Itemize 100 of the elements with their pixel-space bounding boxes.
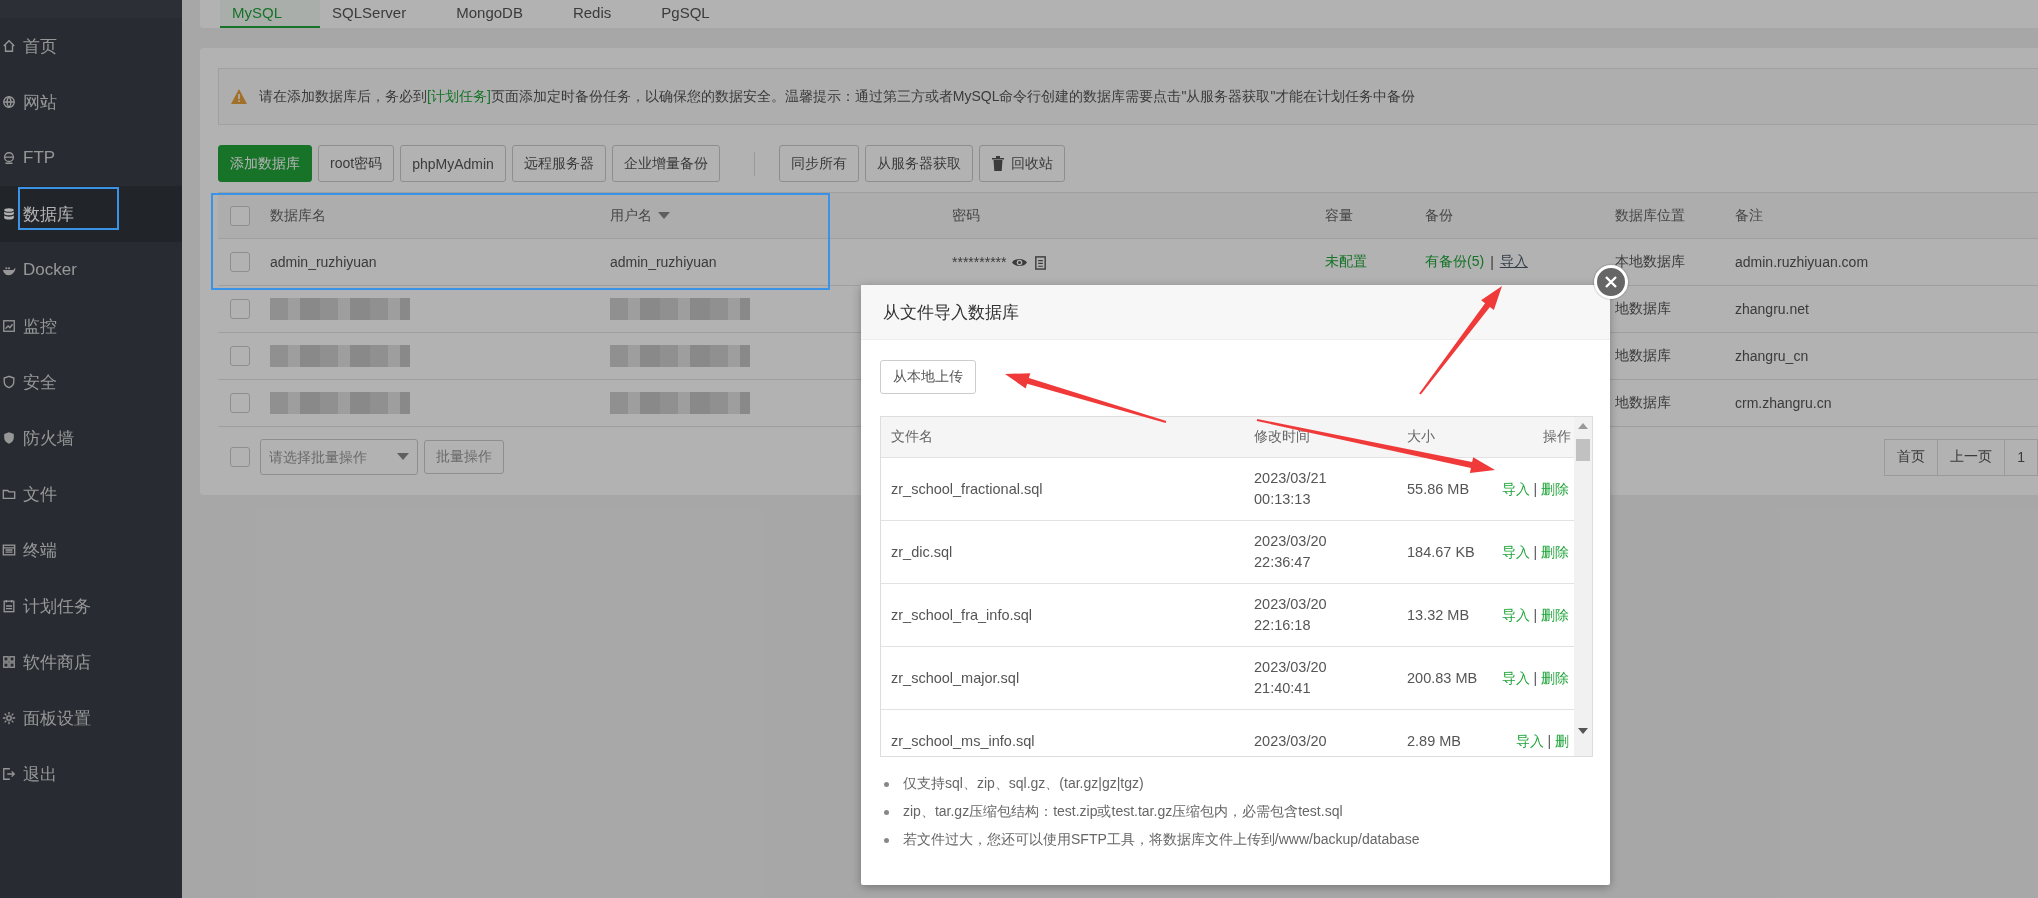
recycle-bin-button[interactable]: 回收站: [978, 145, 1065, 182]
import-link[interactable]: 导入: [1501, 480, 1530, 497]
page-button[interactable]: 1: [2004, 438, 2038, 476]
clipboard-icon: [1033, 254, 1049, 270]
import-link[interactable]: 导入: [1501, 543, 1530, 560]
table-cell: admin.ruzhiyuan.com: [1735, 254, 1869, 270]
row-checkbox[interactable]: [230, 252, 250, 272]
sidebar-item[interactable]: Docker: [0, 242, 182, 298]
column-header: 操作: [1542, 428, 1572, 446]
batch-checkbox[interactable]: [230, 447, 250, 467]
backup-count-link[interactable]: 有备份(5): [1425, 253, 1485, 271]
import-link[interactable]: 导入: [1515, 732, 1544, 749]
row-checkbox[interactable]: [230, 393, 250, 413]
terminal-icon: [2, 543, 16, 557]
batch-button[interactable]: 批量操作: [424, 440, 504, 474]
database-tab[interactable]: MySQL: [220, 0, 320, 28]
modified-time: 2023/03/20 22:16:18: [1253, 595, 1328, 635]
sidebar-item[interactable]: 网站: [0, 74, 182, 130]
column-header: 密码: [952, 206, 980, 225]
file-size: 184.67 KB: [1406, 542, 1476, 562]
sidebar-item[interactable]: 退出: [0, 746, 182, 802]
table-cell: crm.zhangru.cn: [1735, 395, 1832, 411]
note-text: 仅支持sql、zip、sql.gz、(tar.gz|gz|tgz): [903, 775, 1144, 793]
import-link[interactable]: 导入: [1501, 606, 1530, 623]
schedule-link[interactable]: [计划任务]: [427, 87, 491, 104]
note-text: zip、tar.gz压缩包结构：test.zip或test.tar.gz压缩包内，必需包含test.sql: [903, 803, 1343, 821]
close-icon: [1605, 276, 1617, 288]
sidebar-item[interactable]: 安全: [0, 354, 182, 410]
table-cell: admin_ruzhiyuan: [270, 254, 377, 270]
table-cell: 地数据库: [1615, 394, 1671, 412]
database-tab[interactable]: MongoDB: [444, 0, 561, 28]
database-icon: [2, 207, 16, 221]
row-checkbox[interactable]: [230, 299, 250, 319]
database-tab[interactable]: PgSQL: [649, 0, 748, 28]
column-header: 备注: [1735, 206, 1763, 225]
separator-text: |: [1532, 543, 1539, 560]
monitor-icon: [2, 319, 16, 333]
select-all-checkbox[interactable]: [230, 205, 250, 226]
toolbar-button[interactable]: 远程服务器: [511, 145, 606, 182]
delete-link[interactable]: 删除: [1541, 543, 1569, 560]
notice-text: 请在添加数据库后，务必到[计划任务]页面添加定时备份任务，以确保您的数据安全。温馨提示：通过第三方或者MySQL命令行创建的数据库需要点击"从服务器获取"才能在计划任务中备份: [259, 87, 1416, 106]
delete-link[interactable]: 删: [1555, 732, 1569, 749]
file-name: zr_dic.sql: [890, 542, 954, 562]
toolbar-button[interactable]: root密码: [318, 145, 395, 182]
upload-button[interactable]: 从本地上传: [880, 360, 976, 394]
sidebar-item[interactable]: 面板设置: [0, 690, 182, 746]
warning-icon: [231, 89, 247, 104]
scrollbar[interactable]: [1574, 417, 1592, 756]
globe-icon: [2, 95, 16, 109]
column-header: 用户名: [610, 206, 652, 225]
database-tab[interactable]: Redis: [560, 0, 650, 28]
import-link[interactable]: 导入: [1501, 669, 1530, 686]
file-size: 13.32 MB: [1406, 605, 1471, 625]
separator-text: |: [1532, 669, 1539, 686]
shield-icon: [2, 375, 16, 389]
page-button[interactable]: 首页: [1884, 438, 1939, 476]
sidebar-item[interactable]: 数据库: [0, 186, 182, 242]
page-button[interactable]: 上一页: [1937, 438, 2006, 476]
sidebar-item[interactable]: 文件: [0, 466, 182, 522]
sidebar-item[interactable]: 软件商店: [0, 634, 182, 690]
toolbar-button[interactable]: 企业增量备份: [611, 145, 720, 182]
password-mask: **********: [952, 254, 1007, 270]
file-name: zr_school_fra_info.sql: [890, 605, 1034, 625]
column-header: 备份: [1425, 206, 1453, 225]
sidebar-item[interactable]: 监控: [0, 298, 182, 354]
note-text: 若文件过大，您还可以使用SFTP工具，将数据库文件上传到/www/backup/database: [903, 831, 1420, 849]
column-header: 大小: [1406, 428, 1436, 446]
scrollbar-thumb[interactable]: [1576, 439, 1590, 461]
modified-time: 2023/03/21 00:13:13: [1253, 469, 1328, 509]
delete-link[interactable]: 删除: [1541, 606, 1569, 623]
scroll-down-icon: [1578, 728, 1588, 734]
toolbar-button[interactable]: phpMyAdmin: [400, 145, 506, 182]
row-checkbox[interactable]: [230, 346, 250, 366]
shield-icon: [2, 431, 16, 445]
table-cell: 本地数据库: [1615, 253, 1685, 271]
sidebar-item[interactable]: 防火墙: [0, 410, 182, 466]
toolbar-button[interactable]: 从服务器获取: [864, 145, 973, 182]
table-cell: zhangru.net: [1735, 301, 1809, 317]
database-tab[interactable]: SQLServer: [320, 0, 445, 28]
import-link[interactable]: 导入: [1499, 253, 1528, 271]
delete-link[interactable]: 删除: [1541, 669, 1569, 686]
grid-icon: [2, 655, 16, 669]
file-name: zr_school_major.sql: [890, 668, 1021, 688]
modified-time: 2023/03/20: [1253, 731, 1328, 751]
sidebar-item[interactable]: 首页: [0, 18, 182, 74]
add-database-button[interactable]: 添加数据库: [218, 145, 312, 182]
delete-link[interactable]: 删除: [1541, 480, 1569, 497]
toolbar-button[interactable]: 同步所有: [778, 145, 859, 182]
batch-select[interactable]: 请选择批量操作: [260, 439, 418, 475]
settings-icon: [2, 711, 16, 725]
folder-icon: [2, 487, 16, 501]
sidebar-item[interactable]: 终端: [0, 522, 182, 578]
home-icon: [2, 39, 16, 53]
separator-text: |: [1546, 732, 1553, 749]
logout-icon: [2, 767, 16, 781]
sidebar-item[interactable]: FTP: [0, 130, 182, 186]
trash-icon: [990, 156, 1005, 171]
bullet-icon: [884, 837, 889, 843]
sidebar-item[interactable]: 计划任务: [0, 578, 182, 634]
file-size: 55.86 MB: [1406, 479, 1471, 499]
